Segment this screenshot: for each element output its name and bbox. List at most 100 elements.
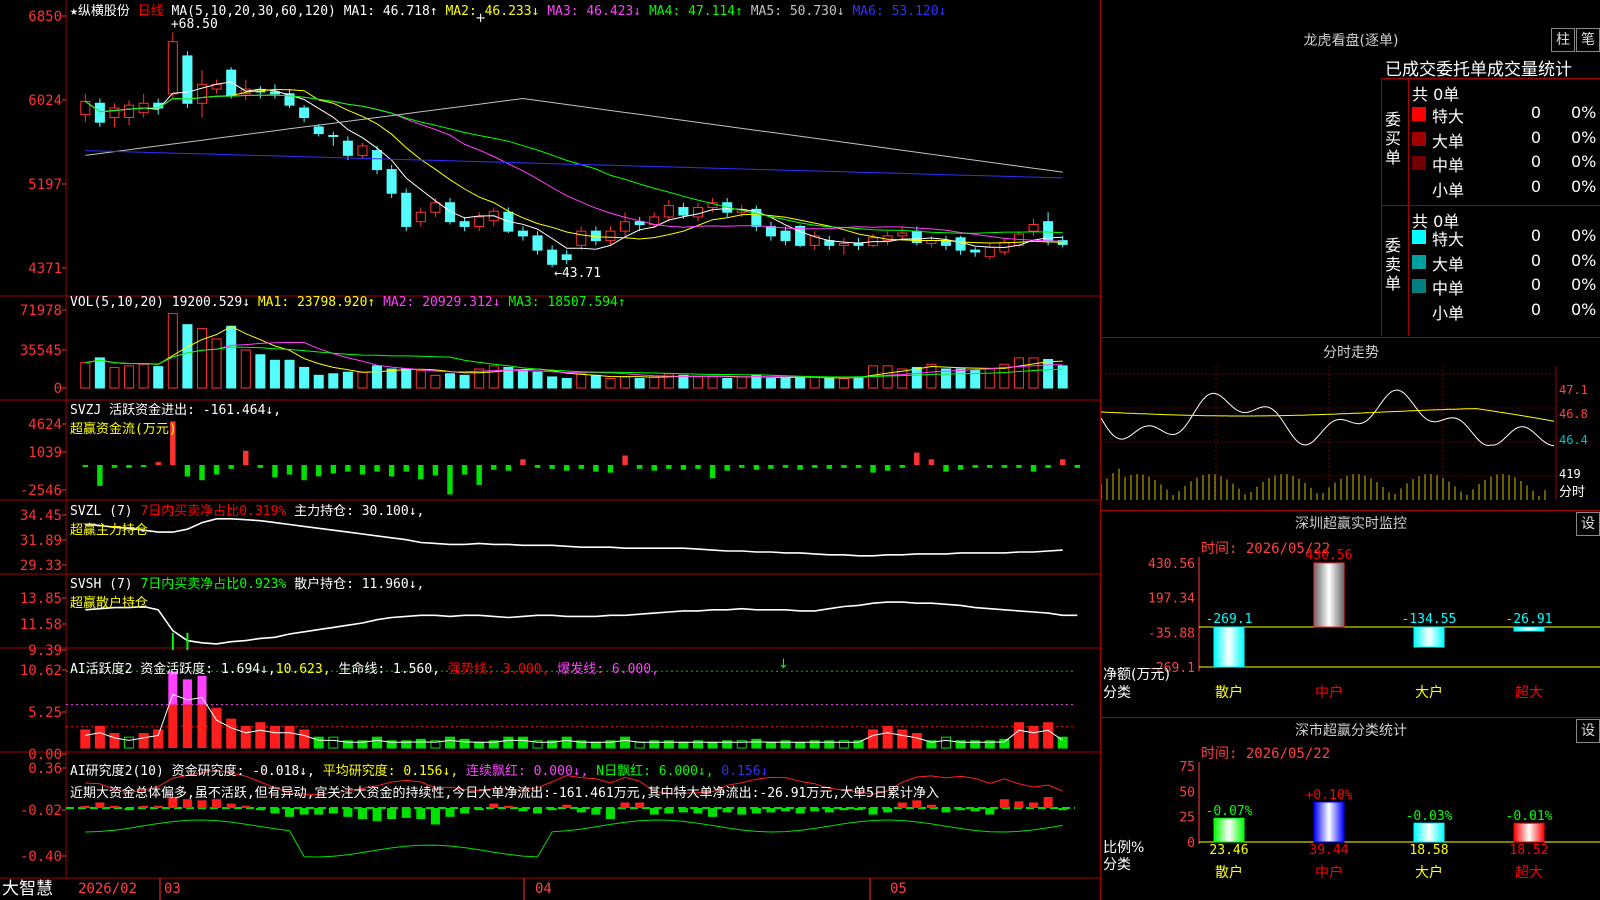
volume-bar [182, 324, 193, 389]
fundflow-bar [199, 465, 205, 481]
intraday-tick-2: 46.4 [1559, 433, 1588, 447]
intraday-title: 分时走势 [1323, 345, 1379, 361]
svzl-sub: 超赢主力持仓 [70, 523, 149, 538]
fundflow-bar [243, 450, 249, 465]
volume-bar [313, 374, 324, 389]
class-bar [1513, 822, 1545, 843]
ma-label: MA(5,10,20,30,60,120) [171, 4, 336, 19]
sell-row-name-0: 特大 [1432, 230, 1465, 249]
ai2-cont: 连续飘红: 0.000↓, [466, 764, 589, 779]
vol-tick-2: 0 [54, 381, 62, 397]
main-chart-area[interactable]: 6850 6024 5197 4371 +68.50 ←43.71 +71978 35545 0… [0, 0, 1100, 900]
stock-name[interactable]: 纵横股份 [78, 4, 130, 19]
volume-bar [488, 365, 499, 389]
sell-row-val-3: 0 [1530, 299, 1541, 319]
ma-value-4: MA5: 50.730↓ [750, 4, 853, 19]
volume-bar [211, 338, 222, 389]
vol-value-2: MA2: 20929.312↓ [383, 295, 509, 310]
sell-row-val-2: 0 [1530, 275, 1541, 294]
period-label[interactable]: 日线 [138, 4, 164, 19]
research-bar [576, 808, 586, 813]
volume-bar [605, 378, 616, 389]
sell-row-swatch-0 [1412, 230, 1426, 244]
arrow-marker: ↓ [778, 657, 789, 672]
intraday-price-line [1101, 389, 1555, 447]
monitor-settings-button[interactable]: 设 [1576, 512, 1600, 536]
research-bar [795, 808, 805, 814]
svsh-hold: 散户持仓: 11.960↓, [294, 577, 425, 592]
volume-bar [109, 366, 120, 389]
ma-value-0: MA1: 46.718↑ [343, 4, 446, 19]
ai1-burst: 爆发线: 6.000, [557, 662, 659, 677]
research-bar [853, 808, 863, 811]
research-bar [387, 808, 397, 819]
research-bar [241, 805, 251, 808]
intraday-minute-label: 分时 [1559, 485, 1585, 500]
month-05: 05 [890, 881, 907, 897]
candle [853, 242, 864, 246]
volume-bar [226, 325, 237, 389]
vol-tick-0: 71978 [20, 303, 62, 319]
volume-bar [882, 365, 893, 389]
pen-toggle-button[interactable]: 笔 [1576, 28, 1600, 52]
sell-row-pct-2: 0% [1571, 275, 1597, 294]
class-title: 深市超赢分类统计 [1295, 723, 1407, 739]
ma-value-1: MA2: 46.233↓ [445, 4, 548, 19]
class-bar [1313, 801, 1345, 843]
activity-bar [109, 733, 120, 749]
candle [634, 221, 645, 226]
monitor-chart: 时间: 2026/05/22430.56197.34-35.88-269.1-2… [1103, 541, 1600, 701]
monitor-cat-2: 大户 [1415, 684, 1443, 701]
monitor-bar [1213, 626, 1245, 668]
candle [561, 254, 572, 261]
ai2-last: 0.156↓ [721, 764, 769, 779]
research-bar [328, 808, 338, 814]
fundflow-bar [914, 452, 920, 465]
volume-bar [1043, 359, 1054, 389]
column-toggle-button[interactable]: 柱 [1551, 28, 1575, 52]
fundflow-bar [388, 465, 395, 477]
candle [620, 221, 631, 232]
ai2-legend: AI研究度2(10) 资金研究度: -0.018↓, 平均研究度: 0.156↓… [70, 760, 1100, 801]
class-bar [1213, 817, 1245, 843]
intraday-tick-3: 419 [1559, 467, 1581, 481]
activity-bar [911, 733, 922, 749]
volume-bar [474, 368, 485, 389]
buy-row-swatch-0 [1412, 107, 1426, 121]
candle [532, 235, 543, 251]
intraday-chart[interactable]: 47.1 46.8 46.4 419 分时 [1101, 366, 1600, 506]
volume-bar [561, 378, 572, 389]
volume-bar [780, 378, 791, 389]
volume-bar [692, 376, 704, 389]
volume-bar [736, 376, 747, 389]
svzl-tick-1: 31.89 [20, 533, 62, 549]
research-bar [518, 808, 528, 812]
fundflow-bar [374, 465, 380, 472]
fundflow-bar [636, 465, 643, 469]
candle [459, 221, 470, 227]
class-change-2: -0.03% [1406, 809, 1453, 824]
activity-bar [138, 733, 149, 749]
price-tick-3: 4371 [28, 261, 62, 277]
svzj-tick-0: 4624 [28, 417, 62, 433]
research-bar [255, 808, 265, 811]
research-bar [605, 808, 615, 819]
monitor-bar [1313, 562, 1345, 628]
activity-bar [751, 738, 762, 749]
volume-bar [590, 374, 601, 389]
ai2-label: AI研究度2(10) 资金研究度: -0.018↓, [70, 764, 315, 779]
volume-bar [1013, 357, 1024, 389]
price-tick-0: 6850 [28, 9, 62, 25]
volume-bar [955, 368, 966, 389]
volume-bar [342, 371, 353, 389]
svzl-ratio: 7日内买卖净占比0.319% [140, 504, 287, 519]
volume-bar [809, 376, 820, 389]
logo[interactable]: 大智慧 [2, 878, 53, 900]
research-bar [620, 802, 630, 808]
research-bar [416, 808, 426, 819]
fundflow-bar [607, 465, 614, 473]
volume-bar [240, 349, 251, 389]
candle [663, 205, 674, 218]
fundflow-bar [782, 465, 789, 468]
monitor-value-1: 430.56 [1306, 548, 1353, 563]
